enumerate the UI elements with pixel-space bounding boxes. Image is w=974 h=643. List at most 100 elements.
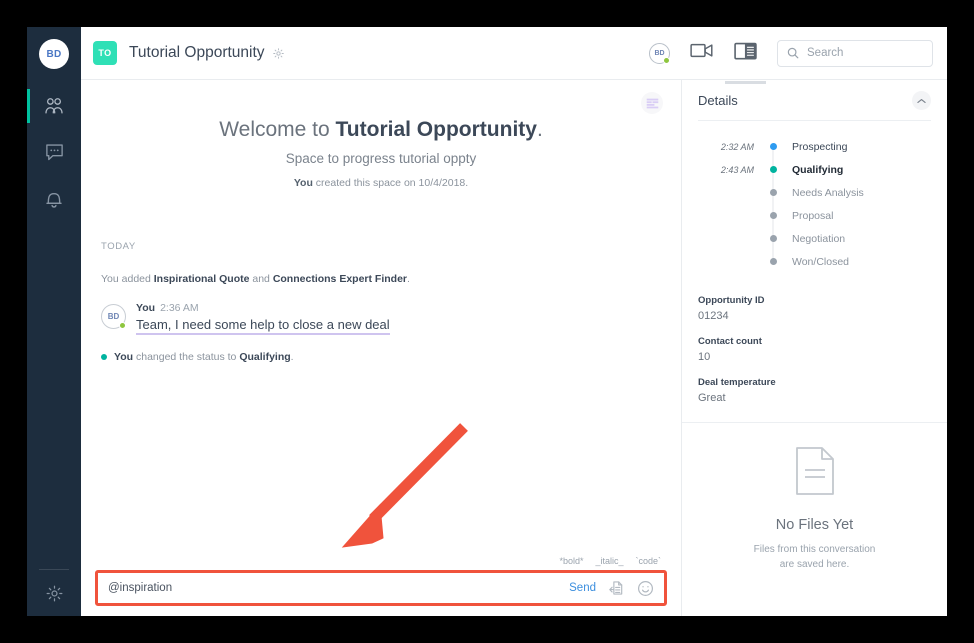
stage-time: 2:43 AM: [720, 164, 754, 175]
message-text[interactable]: Team, I need some help to close a new de…: [136, 317, 390, 335]
app-connections-expert-finder: Connections Expert Finder: [272, 273, 407, 285]
sys-joiner: and: [249, 273, 273, 285]
rail-user-avatar[interactable]: BD: [39, 39, 69, 69]
welcome-subtitle: Space to progress tutorial oppty: [285, 151, 477, 166]
left-nav-rail: BD: [27, 27, 81, 616]
emoji-icon[interactable]: [637, 580, 654, 597]
mail-badge-icon[interactable]: [641, 92, 663, 114]
send-button[interactable]: Send: [569, 582, 596, 594]
message-content: You 2:36 AM Team, I need some help to clo…: [136, 302, 390, 335]
search-input[interactable]: Search: [777, 39, 933, 67]
status-change-line: You changed the status to Qualifying.: [97, 351, 665, 363]
status-actor: You: [114, 351, 134, 363]
day-separator: TODAY: [101, 241, 136, 252]
files-empty-description: Files from this conversation are saved h…: [754, 542, 876, 572]
welcome-creator: You: [293, 177, 313, 189]
header-user-initials: BD: [654, 49, 665, 57]
composer-actions: [608, 580, 654, 597]
content-area: Welcome to Tutorial Opportunity. Space t…: [81, 79, 947, 616]
field-label: Deal temperature: [698, 377, 776, 388]
stage-label: Negotiation: [792, 232, 846, 245]
stage-dot-icon: [769, 212, 777, 219]
field-value: 01234: [698, 310, 729, 322]
header-user-avatar[interactable]: BD: [649, 42, 670, 64]
hint-bold: *bold*: [559, 556, 584, 566]
presence-dot-icon: [663, 56, 670, 64]
space-settings-gear-icon[interactable]: [272, 47, 285, 60]
message-timestamp: 2:36 AM: [160, 302, 199, 314]
stage-row[interactable]: Won/Closed: [698, 250, 931, 273]
opportunity-stage-timeline: 2:32 AM Prospecting 2:43 AM Qualifying N…: [682, 121, 947, 279]
search-placeholder: Search: [807, 47, 844, 59]
page-title: Tutorial Opportunity: [129, 44, 265, 61]
stage-pip-column: [766, 204, 780, 227]
stage-label: Qualifying: [792, 163, 844, 176]
field-value: 10: [698, 351, 711, 363]
stage-row[interactable]: 2:43 AM Qualifying: [698, 158, 931, 181]
teams-icon: [43, 96, 65, 116]
stage-dot-icon: [769, 258, 777, 265]
stage-dot-icon: [769, 166, 777, 173]
field-label: Opportunity ID: [698, 295, 765, 306]
sys-suffix: .: [407, 273, 410, 285]
notifications-bell-icon: [44, 188, 64, 209]
stage-label: Prospecting: [792, 140, 848, 153]
field-value: Great: [698, 392, 726, 404]
composer-section: *bold* _italic_ `code` @inspiration Send: [81, 556, 681, 616]
collapse-details-button[interactable]: [912, 90, 931, 110]
status-suffix: .: [290, 351, 294, 363]
stage-row[interactable]: 2:32 AM Prospecting: [698, 135, 931, 158]
rail-bottom-section: [27, 569, 81, 616]
stage-row[interactable]: Negotiation: [698, 227, 931, 250]
stage-row[interactable]: Needs Analysis: [698, 181, 931, 204]
status-value: Qualifying: [239, 351, 291, 363]
message-avatar[interactable]: BD: [101, 304, 126, 329]
status-dot-icon: [101, 354, 107, 360]
sidebar-item-teams[interactable]: [27, 83, 81, 129]
stage-dot-icon: [769, 189, 777, 196]
files-empty-line-2: are saved here.: [779, 558, 850, 570]
message-list[interactable]: Welcome to Tutorial Opportunity. Space t…: [81, 80, 681, 556]
top-bar: TO Tutorial Opportunity BD Search: [81, 27, 947, 84]
app-window: BD TO Tutorial Opportunity BD Search Wel…: [27, 27, 947, 616]
conversation-column: Welcome to Tutorial Opportunity. Space t…: [81, 80, 681, 616]
stage-label: Needs Analysis: [792, 186, 864, 199]
hint-italic: _italic_: [595, 556, 624, 566]
sidebar-item-settings[interactable]: [27, 570, 81, 616]
welcome-lead: Welcome to: [219, 118, 336, 141]
space-avatar: TO: [93, 41, 117, 65]
welcome-space-name: Tutorial Opportunity: [335, 118, 537, 141]
message-composer[interactable]: @inspiration Send: [95, 570, 667, 606]
attach-file-icon[interactable]: [608, 580, 624, 596]
main-column: TO Tutorial Opportunity BD Search Welcom…: [81, 27, 947, 616]
stage-row[interactable]: Proposal: [698, 204, 931, 227]
stage-pip-column: [766, 181, 780, 204]
presence-dot-icon: [119, 322, 126, 329]
search-icon: [787, 47, 799, 59]
sidebar-item-messages[interactable]: [27, 129, 81, 175]
message-author: You: [136, 302, 156, 314]
start-meeting-button[interactable]: [690, 42, 714, 64]
stage-dot-icon: [769, 143, 777, 150]
stage-pip-column: [766, 135, 780, 158]
document-icon: [794, 446, 836, 501]
video-camera-icon: [690, 42, 714, 64]
stage-label: Won/Closed: [792, 255, 850, 268]
stage-time: 2:32 AM: [720, 141, 754, 152]
field-opportunity-id: Opportunity ID 01234: [698, 295, 931, 322]
sys-prefix: You added: [101, 273, 154, 285]
details-panel-icon: [734, 42, 757, 65]
files-empty-line-1: Files from this conversation: [753, 543, 876, 555]
sidebar-item-notifications[interactable]: [27, 175, 81, 221]
details-title: Details: [698, 92, 738, 108]
message-header: You 2:36 AM: [136, 302, 390, 314]
welcome-block: Welcome to Tutorial Opportunity. Space t…: [97, 80, 665, 189]
status-mid: changed the status to: [133, 351, 240, 363]
message-input[interactable]: @inspiration: [108, 582, 569, 594]
toggle-details-panel-button[interactable]: [725, 42, 766, 84]
welcome-period: .: [536, 118, 543, 141]
details-panel: Details 2:32 AM Prospecting 2:43 AM Qual…: [681, 80, 947, 616]
opportunity-fields: Opportunity ID 01234 Contact count 10 De…: [682, 279, 947, 422]
field-contact-count: Contact count 10: [698, 336, 931, 363]
stage-dot-icon: [769, 235, 777, 242]
